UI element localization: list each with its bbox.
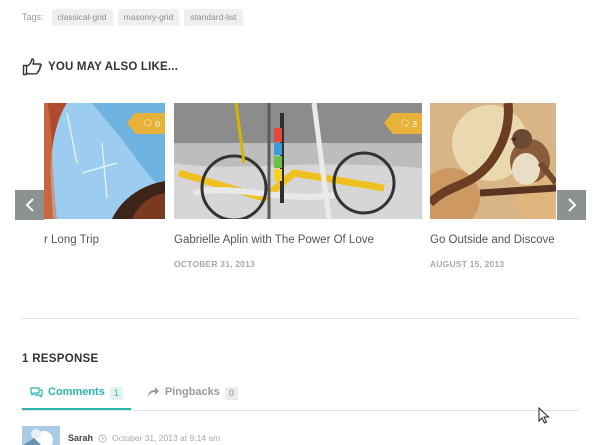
related-post-title[interactable]: Gabrielle Aplin with The Power Of Love bbox=[174, 234, 422, 246]
related-post-date: OCTOBER 31, 2013 bbox=[174, 259, 255, 269]
related-posts-title: YOU MAY ALSO LIKE... bbox=[48, 61, 179, 73]
related-posts-carousel: 🗨︎ 0 r Long Trip 🗨︎ 3 Gabrielle Aplin wi… bbox=[0, 103, 600, 283]
thumbs-up-pointing-icon bbox=[22, 58, 42, 76]
chevron-left-icon bbox=[25, 198, 34, 212]
section-divider bbox=[22, 318, 578, 319]
comment-author[interactable]: Sarah bbox=[68, 433, 93, 443]
mouse-cursor-icon bbox=[538, 407, 550, 424]
chevron-right-icon bbox=[567, 198, 576, 212]
related-post-title[interactable]: r Long Trip bbox=[44, 234, 165, 246]
comment-icon: 🗨︎ bbox=[399, 118, 411, 128]
comment-item: Sarah October 31, 2013 at 9:14 am bbox=[22, 426, 220, 445]
avatar[interactable] bbox=[22, 426, 60, 445]
tags-label: Tags: bbox=[22, 12, 44, 22]
tab-label: Pingbacks bbox=[164, 386, 220, 398]
arch-sky-photo[interactable]: 🗨︎ 0 bbox=[44, 103, 165, 219]
comment-count-badge: 🗨︎ 3 bbox=[384, 113, 422, 134]
responses-tabs: Comments 1 Pingbacks 0 bbox=[22, 384, 578, 411]
tab-comments[interactable]: Comments 1 bbox=[22, 384, 131, 410]
tab-pingbacks[interactable]: Pingbacks 0 bbox=[139, 384, 246, 410]
tab-label: Comments bbox=[48, 386, 105, 398]
clock-icon bbox=[98, 433, 107, 443]
related-post-date: AUGUST 15, 2013 bbox=[430, 259, 505, 269]
tag-link[interactable]: classical-grid bbox=[51, 8, 113, 26]
share-arrow-icon bbox=[147, 387, 159, 397]
sparrow-photo[interactable] bbox=[430, 103, 556, 219]
related-posts-heading: YOU MAY ALSO LIKE... bbox=[22, 58, 178, 76]
tab-count-badge: 0 bbox=[224, 387, 238, 400]
tag-link[interactable]: masonry-grid bbox=[117, 8, 180, 26]
responses-title: 1 RESPONSE bbox=[22, 353, 99, 365]
carousel-next-button[interactable] bbox=[557, 190, 586, 220]
bicycle-photo[interactable]: 🗨︎ 3 bbox=[174, 103, 422, 219]
carousel-viewport: 🗨︎ 0 r Long Trip 🗨︎ 3 Gabrielle Aplin wi… bbox=[44, 103, 556, 283]
comment-time[interactable]: October 31, 2013 at 9:14 am bbox=[112, 433, 220, 443]
tab-count-badge: 1 bbox=[109, 387, 123, 400]
related-post-title[interactable]: Go Outside and Discove bbox=[430, 234, 556, 246]
related-post-card[interactable]: Go Outside and Discove AUGUST 15, 2013 bbox=[430, 103, 556, 269]
related-post-card[interactable]: 🗨︎ 3 Gabrielle Aplin with The Power Of L… bbox=[174, 103, 422, 269]
tag-link[interactable]: standard-list bbox=[184, 8, 243, 26]
comments-icon bbox=[30, 387, 43, 398]
comment-meta: Sarah October 31, 2013 at 9:14 am bbox=[68, 426, 220, 445]
related-post-card[interactable]: 🗨︎ 0 r Long Trip bbox=[44, 103, 165, 246]
carousel-prev-button[interactable] bbox=[15, 190, 44, 220]
comment-icon: 🗨︎ bbox=[142, 118, 154, 128]
post-tags: Tags: classical-grid masonry-grid standa… bbox=[22, 8, 243, 26]
comment-count-badge: 🗨︎ 0 bbox=[127, 113, 165, 134]
